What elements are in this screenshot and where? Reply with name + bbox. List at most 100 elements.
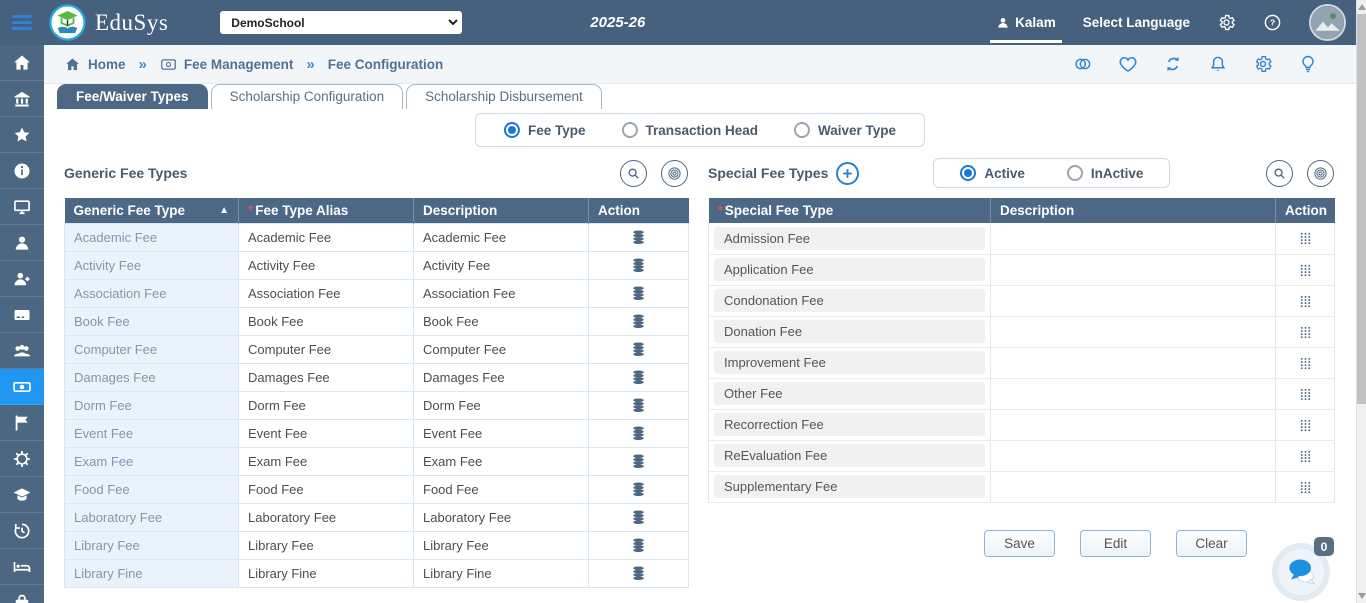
fee-type-alias-cell[interactable]: Activity Fee [238,251,414,280]
generic-fee-type-cell[interactable]: Damages Fee [64,363,239,392]
tab-scholarship-disbursement[interactable]: Scholarship Disbursement [406,84,602,109]
special-fee-type-field[interactable]: Supplementary Fee [714,475,985,498]
special-fee-type-cell[interactable]: Admission Fee [708,223,991,255]
sidebar-item-staff[interactable] [0,333,44,369]
generic-fee-type-cell[interactable]: Library Fee [64,531,239,560]
row-action-cell[interactable] [1275,285,1335,317]
fee-description-cell[interactable]: Event Fee [413,419,589,448]
fee-type-radio-fee-type[interactable]: Fee Type [503,122,585,138]
generic-fee-type-cell[interactable]: Exam Fee [64,447,239,476]
clear-button[interactable]: Clear [1176,529,1247,557]
fee-type-alias-cell[interactable]: Library Fine [238,559,414,588]
search-icon[interactable] [620,159,647,187]
fee-type-radio-waiver-type[interactable]: Waiver Type [794,122,896,138]
col-description[interactable]: Description [413,198,589,224]
sidebar-item-info[interactable] [0,153,44,189]
grip-icon[interactable] [1298,354,1313,369]
fee-description-cell[interactable]: Exam Fee [413,447,589,476]
fee-description-cell[interactable]: Computer Fee [413,335,589,364]
fee-type-alias-cell[interactable]: Book Fee [238,307,414,336]
special-fee-type-field[interactable]: Application Fee [714,258,985,281]
sidebar-item-monitor[interactable] [0,189,44,225]
row-action-cell[interactable] [588,447,689,476]
fee-type-alias-cell[interactable]: Laboratory Fee [238,503,414,532]
search-icon[interactable] [1266,159,1293,187]
row-action-cell[interactable] [588,223,689,252]
grip-icon[interactable] [1298,230,1313,245]
user-menu[interactable]: Kalam [990,15,1062,43]
database-icon[interactable] [630,229,647,245]
special-fee-type-cell[interactable]: Condonation Fee [708,285,991,317]
database-icon[interactable] [630,481,647,497]
row-action-cell[interactable] [588,335,689,364]
special-description-cell[interactable] [990,378,1276,410]
col-generic-fee-type[interactable]: Generic Fee Type ▲ [64,198,239,224]
fee-description-cell[interactable]: Laboratory Fee [413,503,589,532]
special-fee-type-field[interactable]: Improvement Fee [714,351,985,374]
add-special-fee-icon[interactable] [836,161,860,185]
col-fee-type-alias[interactable]: * Fee Type Alias [238,198,414,224]
database-icon[interactable] [630,453,647,469]
row-action-cell[interactable] [1275,316,1335,348]
sidebar-item-fee-management[interactable] [0,369,44,405]
generic-fee-type-cell[interactable]: Association Fee [64,279,239,308]
radio-button-icon[interactable] [503,122,520,138]
database-icon[interactable] [630,341,647,357]
fee-type-alias-cell[interactable]: Association Fee [238,279,414,308]
radio-button-icon[interactable] [794,122,811,138]
grip-icon[interactable] [1298,478,1313,493]
special-fee-type-cell[interactable]: Supplementary Fee [708,471,991,503]
database-icon[interactable] [630,313,647,329]
vertical-scrollbar[interactable] [1356,0,1366,603]
row-action-cell[interactable] [1275,409,1335,441]
fee-description-cell[interactable]: Library Fee [413,531,589,560]
grip-icon[interactable] [1298,323,1313,338]
special-fee-type-cell[interactable]: ReEvaluation Fee [708,440,991,472]
row-action-cell[interactable] [1275,471,1335,503]
generic-fee-type-cell[interactable]: Computer Fee [64,335,239,364]
save-button[interactable]: Save [984,529,1055,557]
grip-icon[interactable] [1298,385,1313,400]
fee-description-cell[interactable]: Academic Fee [413,223,589,252]
fee-description-cell[interactable]: Library Fine [413,559,589,588]
row-action-cell[interactable] [1275,223,1335,255]
special-fee-type-cell[interactable]: Other Fee [708,378,991,410]
fee-type-alias-cell[interactable]: Damages Fee [238,363,414,392]
special-description-cell[interactable] [990,223,1276,255]
row-action-cell[interactable] [588,419,689,448]
generic-fee-type-cell[interactable]: Event Fee [64,419,239,448]
special-fee-type-cell[interactable]: Application Fee [708,254,991,286]
fee-description-cell[interactable]: Food Fee [413,475,589,504]
row-action-cell[interactable] [588,307,689,336]
status-radio-inactive[interactable]: InActive [1066,165,1143,181]
fee-type-radio-transaction-head[interactable]: Transaction Head [621,122,758,138]
database-icon[interactable] [630,425,647,441]
toggle-icon[interactable] [1073,54,1093,74]
sidebar-item-student[interactable] [0,225,44,261]
scrollbar-thumb[interactable] [1357,14,1366,404]
fee-type-alias-cell[interactable]: Library Fee [238,531,414,560]
bell-icon[interactable] [1208,54,1228,74]
sort-ascending-icon[interactable]: ▲ [219,205,229,216]
radio-button-icon[interactable] [621,122,638,138]
special-description-cell[interactable] [990,409,1276,441]
chat-widget[interactable]: 0 [1272,537,1334,601]
sidebar-item-institution[interactable] [0,81,44,117]
database-icon[interactable] [630,509,647,525]
special-fee-type-cell[interactable]: Recorrection Fee [708,409,991,441]
refresh-icon[interactable] [1163,54,1183,74]
generic-fee-type-cell[interactable]: Activity Fee [64,251,239,280]
scroll-down-icon[interactable] [1358,593,1366,599]
fee-description-cell[interactable]: Dorm Fee [413,391,589,420]
settings-gear-icon[interactable] [1217,13,1236,32]
database-icon[interactable] [630,565,647,581]
row-action-cell[interactable] [1275,440,1335,472]
sidebar-item-flag[interactable] [0,405,44,441]
breadcrumb-item-fee-configuration[interactable]: Fee Configuration [328,57,444,72]
grip-icon[interactable] [1298,416,1313,431]
sidebar-item-admission[interactable] [0,261,44,297]
help-icon[interactable]: ? [1263,13,1282,32]
row-action-cell[interactable] [588,503,689,532]
target-reset-icon[interactable] [1307,159,1334,187]
school-select[interactable]: DemoSchool [220,11,463,34]
